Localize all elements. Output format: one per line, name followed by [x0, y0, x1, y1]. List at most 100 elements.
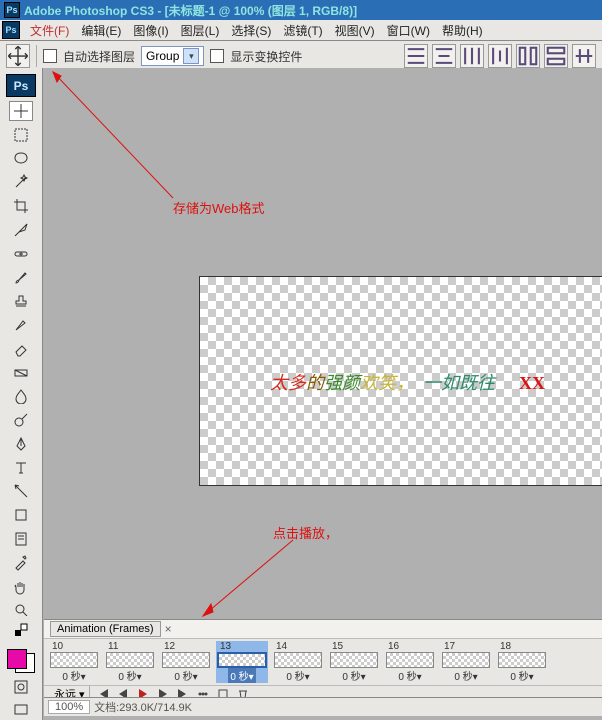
ps-icon: Ps — [4, 2, 20, 18]
toolbox-bottom — [0, 616, 43, 720]
close-icon[interactable]: × — [165, 622, 172, 636]
auto-select-checkbox[interactable] — [43, 49, 57, 63]
shape-tool[interactable] — [9, 505, 33, 525]
ps-icon: Ps — [2, 21, 20, 39]
blur-tool[interactable] — [9, 387, 33, 407]
menu-select[interactable]: 选择(S) — [225, 20, 277, 41]
quickmask-icon[interactable] — [9, 677, 33, 696]
doc-size: 文档:293.0K/714.9K — [94, 699, 192, 715]
heal-tool[interactable] — [9, 244, 33, 264]
show-transform-label: 显示变换控件 — [230, 48, 302, 65]
wand-tool[interactable] — [9, 173, 33, 193]
animation-frames: 100 秒▾110 秒▾ 12 0 秒▾ 13 0 秒▾ 14 0 秒▾ 15 0 秒▾ 16 0 … — [44, 639, 602, 685]
screenmode-icon[interactable] — [9, 701, 33, 720]
frame-number: 12 — [164, 641, 175, 652]
annotation-save-web: 存储为Web格式 — [173, 198, 265, 217]
stamp-tool[interactable] — [9, 291, 33, 311]
distribute-icon[interactable] — [516, 44, 540, 68]
brush-tool[interactable] — [9, 268, 33, 288]
animation-frame[interactable]: 13 0 秒▾ — [216, 641, 268, 683]
ps-logo-icon: Ps — [6, 74, 36, 97]
animation-panel: Animation (Frames) × 100 秒▾110 秒▾120 秒▾1… — [44, 619, 602, 698]
frame-duration[interactable]: 0 秒▾ — [60, 668, 87, 683]
animation-frame[interactable]: 16 0 秒▾ — [384, 641, 436, 683]
frame-duration[interactable]: 0 秒▾ — [172, 668, 199, 683]
slice-tool[interactable] — [9, 220, 33, 240]
animation-tab-bar: Animation (Frames) × — [44, 620, 602, 639]
window-title: Adobe Photoshop CS3 - [未标题-1 @ 100% (图层 … — [24, 2, 357, 19]
animation-frame[interactable]: 110 秒▾ — [104, 641, 156, 683]
auto-select-label: 自动选择图层 — [63, 48, 135, 65]
menu-window[interactable]: 窗口(W) — [381, 20, 436, 41]
marquee-tool[interactable] — [9, 125, 33, 145]
frame-duration[interactable]: 0 秒▾ — [284, 668, 311, 683]
color-swatches[interactable] — [7, 649, 35, 673]
frame-duration[interactable]: 0 秒▾ — [452, 668, 479, 683]
frame-duration[interactable]: 0 秒▾ — [228, 668, 255, 683]
group-dropdown[interactable]: Group ▾ — [141, 46, 204, 66]
group-dropdown-value: Group — [146, 49, 179, 63]
frame-duration[interactable]: 0 秒▾ — [508, 668, 535, 683]
frame-number: 14 — [276, 641, 287, 652]
animation-frame[interactable]: 17 0 秒▾ — [440, 641, 492, 683]
divider — [36, 45, 37, 67]
menu-view[interactable]: 视图(V) — [329, 20, 381, 41]
notes-tool[interactable] — [9, 529, 33, 549]
frame-duration[interactable]: 0 秒▾ — [396, 668, 423, 683]
frame-number: 15 — [332, 641, 343, 652]
pen-tool[interactable] — [9, 434, 33, 454]
frame-thumb — [162, 652, 210, 668]
menu-bar: Ps 文件(F) 编辑(E) 图像(I) 图层(L) 选择(S) 滤镜(T) 视… — [0, 20, 602, 41]
frame-duration[interactable]: 0 秒▾ — [116, 668, 143, 683]
align-icon[interactable] — [488, 44, 512, 68]
frame-thumb — [442, 652, 490, 668]
frame-number: 16 — [388, 641, 399, 652]
path-tool[interactable] — [9, 482, 33, 502]
type-tool[interactable] — [9, 458, 33, 478]
document-canvas[interactable]: 太多的强颜欢笑， 一如既往XX — [199, 276, 602, 486]
animation-frame[interactable]: 100 秒▾ — [48, 641, 100, 683]
animation-tab[interactable]: Animation (Frames) — [50, 621, 161, 637]
foreground-color[interactable] — [7, 649, 27, 669]
toolbox: Ps — [0, 68, 43, 620]
title-bar: Ps Adobe Photoshop CS3 - [未标题-1 @ 100% (… — [0, 0, 602, 20]
menu-filter[interactable]: 滤镜(T) — [277, 20, 328, 41]
move-tool[interactable] — [9, 101, 33, 121]
frame-duration[interactable]: 0 秒▾ — [340, 668, 367, 683]
animation-frame[interactable]: 15 0 秒▾ — [328, 641, 380, 683]
menu-help[interactable]: 帮助(H) — [436, 20, 489, 41]
menu-file[interactable]: 文件(F) — [24, 20, 75, 41]
animation-frame[interactable]: 14 0 秒▾ — [272, 641, 324, 683]
animation-frame[interactable]: 18 0 秒▾ — [496, 641, 548, 683]
frame-number: 17 — [444, 641, 455, 652]
menu-image[interactable]: 图像(I) — [127, 20, 174, 41]
show-transform-checkbox[interactable] — [210, 49, 224, 63]
frame-thumb — [217, 652, 267, 668]
menu-edit[interactable]: 编辑(E) — [75, 20, 127, 41]
align-icon[interactable] — [404, 44, 428, 68]
frame-thumb — [106, 652, 154, 668]
switch-colors-icon[interactable] — [9, 620, 33, 639]
eraser-tool[interactable] — [9, 339, 33, 359]
menu-layer[interactable]: 图层(L) — [175, 20, 226, 41]
lasso-tool[interactable] — [9, 149, 33, 169]
align-icon[interactable] — [432, 44, 456, 68]
move-tool-icon[interactable] — [6, 44, 30, 68]
distribute-icon[interactable] — [544, 44, 568, 68]
animation-frame[interactable]: 12 0 秒▾ — [160, 641, 212, 683]
crop-tool[interactable] — [9, 196, 33, 216]
eyedropper-tool[interactable] — [9, 553, 33, 573]
dodge-tool[interactable] — [9, 410, 33, 430]
hand-tool[interactable] — [9, 577, 33, 597]
align-icon[interactable] — [460, 44, 484, 68]
distribute-icon[interactable] — [572, 44, 596, 68]
frame-number: 18 — [500, 641, 511, 652]
frame-thumb — [386, 652, 434, 668]
frame-number: 13 — [220, 641, 231, 652]
zoom-field[interactable]: 100% — [48, 700, 90, 714]
chevron-down-icon: ▾ — [183, 48, 199, 64]
history-brush-tool[interactable] — [9, 315, 33, 335]
gradient-tool[interactable] — [9, 363, 33, 383]
canvas-text: 太多的强颜欢笑， 一如既往XX — [270, 369, 545, 395]
frame-thumb — [498, 652, 546, 668]
